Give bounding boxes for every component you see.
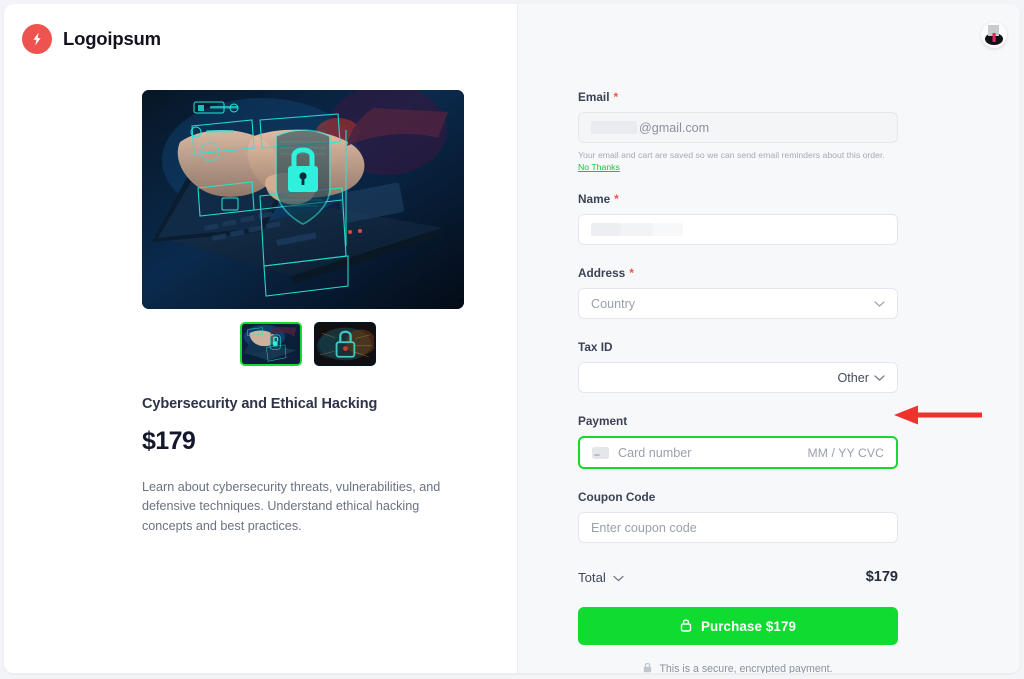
secure-payment-text: This is a secure, encrypted payment.	[659, 663, 833, 673]
country-placeholder: Country	[591, 296, 636, 311]
product-block: Cybersecurity and Ethical Hacking $179 L…	[142, 90, 468, 536]
checkout-form: Email * @gmail.com Your email and cart a…	[578, 90, 898, 673]
coupon-label: Coupon Code	[578, 490, 898, 504]
tax-id-field-group: Tax ID Other	[578, 340, 898, 393]
email-input[interactable]: @gmail.com	[578, 112, 898, 143]
total-amount: $179	[865, 569, 898, 585]
product-title: Cybersecurity and Ethical Hacking	[142, 396, 378, 412]
product-price: $179	[142, 427, 196, 455]
thumbnail-strip	[142, 322, 468, 366]
country-select[interactable]: Country	[578, 288, 898, 319]
email-helper-text: Your email and cart are saved so we can …	[578, 149, 898, 173]
tax-id-selected-option: Other	[837, 370, 870, 385]
tax-id-label-text: Tax ID	[578, 340, 613, 354]
address-label: Address *	[578, 266, 898, 280]
address-label-text: Address	[578, 266, 626, 280]
payment-label-text: Payment	[578, 414, 628, 428]
email-field-group: Email * @gmail.com Your email and cart a…	[578, 90, 898, 173]
chevron-down-icon	[874, 374, 885, 381]
brand-name: Logoipsum	[63, 28, 161, 49]
email-label: Email *	[578, 90, 898, 104]
lock-icon	[680, 618, 692, 635]
payment-field-group: Payment Card number MM / YY CVC	[578, 414, 898, 469]
purchase-button[interactable]: Purchase $179	[578, 607, 898, 645]
name-field-group: Name *	[578, 192, 898, 245]
checkout-card: Logoipsum Cybersecurity and Ethical Hack…	[4, 4, 1020, 673]
required-marker: *	[613, 90, 619, 104]
chevron-down-icon	[874, 300, 885, 307]
page-root: Logoipsum Cybersecurity and Ethical Hack…	[0, 0, 1024, 679]
no-thanks-link[interactable]: No Thanks	[578, 162, 620, 172]
thumbnail-0[interactable]	[240, 322, 302, 366]
thumbnail-1[interactable]	[314, 322, 376, 366]
address-field-group: Address * Country	[578, 266, 898, 319]
card-expiry-cvc-placeholder: MM / YY CVC	[807, 445, 884, 460]
product-description: Learn about cybersecurity threats, vulne…	[142, 480, 441, 533]
email-domain-text: @gmail.com	[639, 120, 710, 135]
required-marker: *	[629, 266, 634, 280]
secure-payment-note: This is a secure, encrypted payment.	[578, 662, 898, 673]
name-label: Name *	[578, 192, 898, 206]
checkout-panel: Email * @gmail.com Your email and cart a…	[518, 4, 1020, 673]
chevron-down-icon	[613, 570, 624, 585]
tax-id-label: Tax ID	[578, 340, 898, 354]
email-helper-body: Your email and cart are saved so we can …	[578, 150, 885, 160]
coupon-field-group: Coupon Code Enter coupon code	[578, 490, 898, 543]
tax-id-input[interactable]: Other	[578, 362, 898, 393]
lock-icon	[643, 662, 652, 673]
email-label-text: Email	[578, 90, 610, 104]
coupon-placeholder: Enter coupon code	[591, 520, 697, 535]
lightning-bolt-icon	[22, 24, 52, 54]
brand-logo[interactable]: Logoipsum	[22, 24, 161, 54]
total-label[interactable]: Total	[578, 570, 624, 585]
product-hero-image	[142, 90, 464, 309]
credit-card-icon	[592, 446, 609, 459]
name-label-text: Name	[578, 192, 611, 206]
payment-label: Payment	[578, 414, 898, 428]
total-row[interactable]: Total $179	[578, 569, 898, 585]
name-input[interactable]	[578, 214, 898, 245]
card-number-input[interactable]: Card number MM / YY CVC	[578, 436, 898, 469]
floating-avatar-widget[interactable]	[981, 22, 1007, 48]
total-label-text: Total	[578, 569, 606, 585]
coupon-input[interactable]: Enter coupon code	[578, 512, 898, 543]
redacted-email-value	[591, 121, 637, 134]
required-marker: *	[614, 192, 619, 206]
redacted-name-value	[591, 223, 683, 236]
product-panel: Logoipsum Cybersecurity and Ethical Hack…	[4, 4, 518, 673]
purchase-button-label: Purchase $179	[700, 618, 797, 634]
coupon-label-text: Coupon Code	[578, 490, 656, 504]
card-number-placeholder: Card number	[618, 445, 692, 460]
